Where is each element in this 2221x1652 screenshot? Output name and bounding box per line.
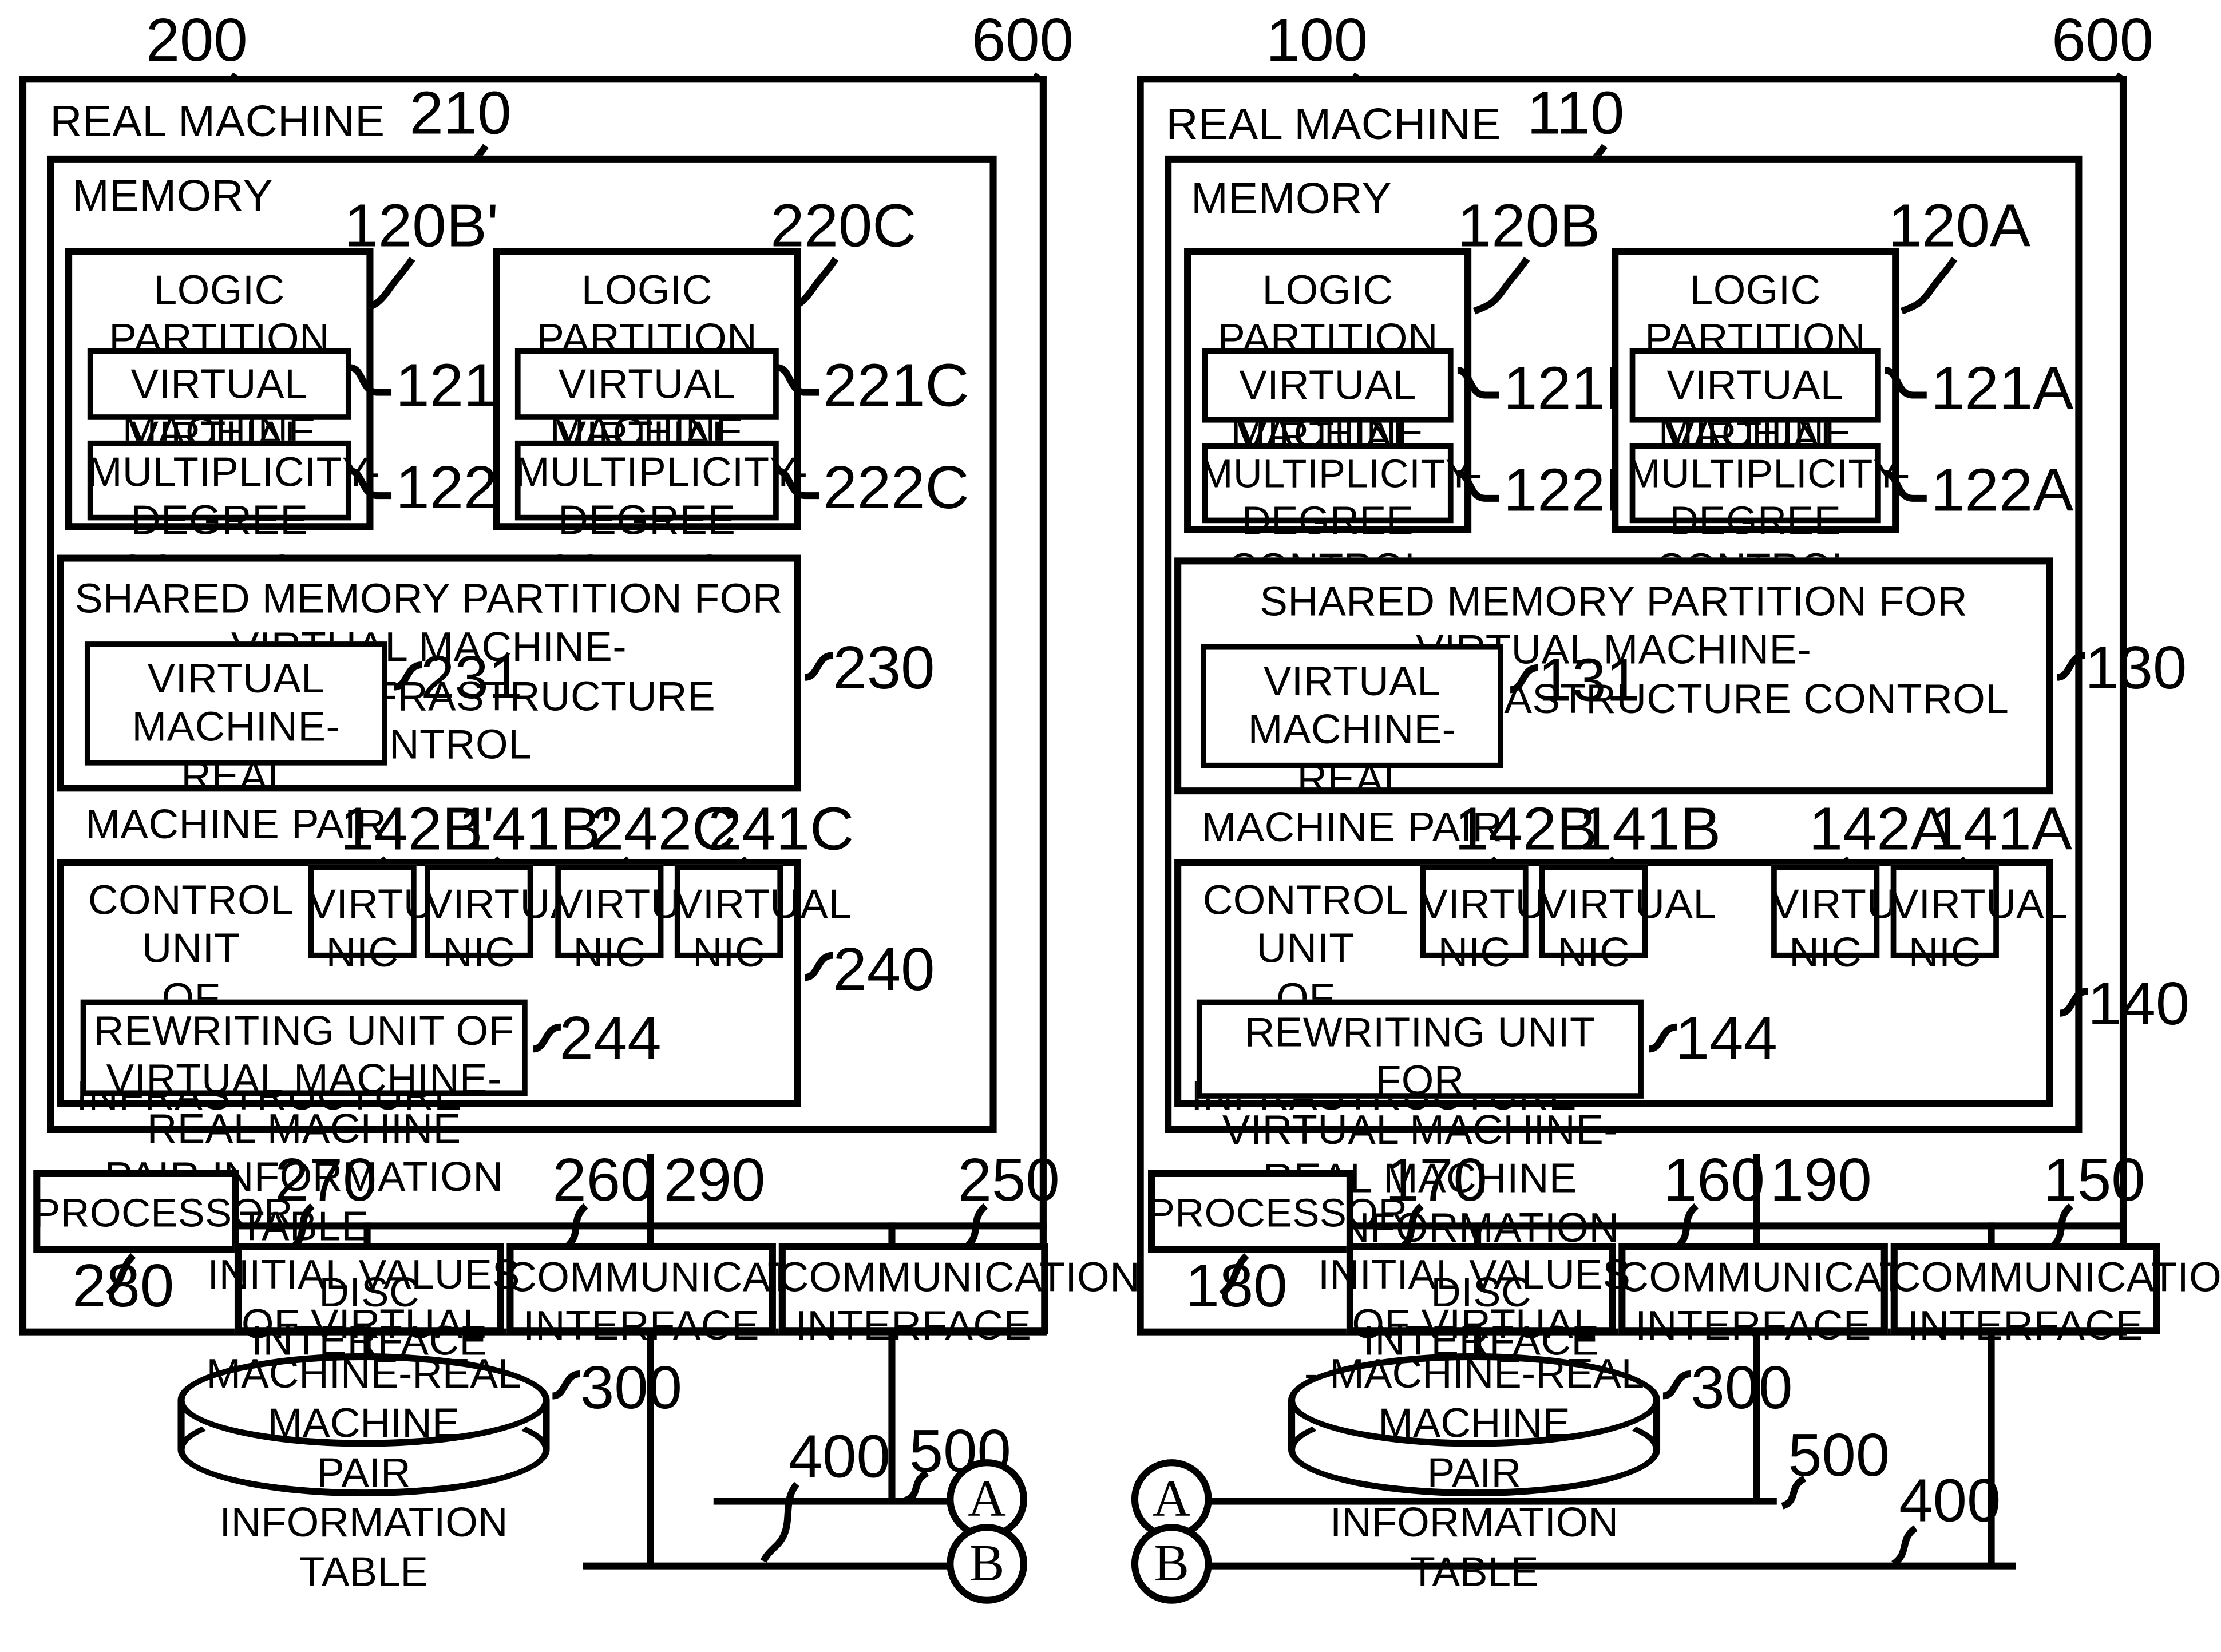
net-line-400-right — [1210, 1562, 2016, 1570]
ref-290: 290 — [663, 1147, 766, 1214]
ref-120A: 120A — [1887, 192, 2031, 260]
processor-label-left: PROCESSOR — [33, 1192, 294, 1237]
ref-230: 230 — [833, 635, 935, 702]
ref-142B: 142B — [1455, 795, 1598, 863]
net-line-400-left — [583, 1562, 947, 1570]
ref-141A: 141A — [1929, 795, 2072, 863]
ref-280: 280 — [72, 1253, 175, 1321]
net-line-500-left — [713, 1498, 947, 1505]
ref-400-left: 400 — [788, 1423, 890, 1491]
real-machine-label-left: REAL MACHINE — [50, 96, 385, 146]
ref-300-right: 300 — [1691, 1354, 1793, 1423]
net-drop-comm1-left — [647, 1334, 654, 1564]
processor-label-right: PROCESSOR — [1147, 1192, 1408, 1237]
ref-141B-prime: 141B' — [458, 795, 613, 863]
ref-150: 150 — [2043, 1147, 2145, 1214]
real-machine-label-right: REAL MACHINE — [1166, 99, 1501, 149]
bus-line-right — [1319, 1222, 2127, 1230]
virtual-nic-label-2-left: VIRTUAL NIC — [425, 882, 602, 977]
ref-180: 180 — [1185, 1253, 1288, 1321]
ref-100: 100 — [1266, 7, 1368, 74]
ref-270: 270 — [275, 1147, 377, 1214]
ref-300-left: 300 — [580, 1354, 683, 1423]
ref-244: 244 — [559, 1005, 662, 1073]
ref-160: 160 — [1662, 1147, 1765, 1214]
ref-600-right: 600 — [2052, 7, 2154, 74]
virtual-nic-label-1-left: VIRTUAL NIC — [308, 882, 485, 977]
ref-120B: 120B — [1457, 192, 1601, 260]
ref-500-right: 500 — [1788, 1422, 1890, 1490]
patent-figure: 200 600 REAL MACHINE 210 MEMORY 120B' LO… — [0, 0, 2221, 1652]
connector-b-left: B — [947, 1524, 1027, 1604]
ref-600-left: 600 — [971, 7, 1074, 74]
ref-400-right: 400 — [1899, 1467, 2001, 1535]
virtual-nic-label-3-left: VIRTUAL NIC — [555, 882, 733, 977]
ref-200: 200 — [145, 7, 248, 74]
ref-222C: 222C — [823, 454, 969, 522]
ref-241C: 241C — [708, 795, 854, 863]
ref-140: 140 — [2088, 970, 2190, 1038]
comm-interface-label-2-right: COMMUNICATION INTERFACE — [1890, 1255, 2221, 1350]
ref-121A: 121A — [1931, 355, 2074, 423]
ref-240: 240 — [833, 936, 935, 1004]
bus-line-left — [197, 1222, 1047, 1230]
connector-b-right: B — [1131, 1524, 1212, 1604]
ref-190: 190 — [1769, 1147, 1872, 1214]
ref-130: 130 — [2085, 635, 2187, 702]
virtual-nic-label-4-left: VIRTUAL NIC — [674, 882, 852, 977]
disc-store-right: INITIAL VALUES OF VIRTUAL - MACHINE-REAL… — [1288, 1253, 1661, 1595]
disc-store-label-left: INITIAL VALUES OF VIRTUAL MACHINE-REAL M… — [206, 1253, 521, 1596]
ref-122A: 122A — [1931, 457, 2074, 525]
virtual-nic-label-3-right: VIRTUAL NIC — [1771, 882, 1949, 977]
leader-400-left — [760, 1481, 816, 1567]
disc-store-left: INITIAL VALUES OF VIRTUAL MACHINE-REAL M… — [177, 1253, 550, 1595]
disc-store-label-right: INITIAL VALUES OF VIRTUAL - MACHINE-REAL… — [1304, 1253, 1645, 1596]
ref-131: 131 — [1538, 647, 1640, 715]
ref-231: 231 — [420, 644, 523, 712]
ref-144: 144 — [1675, 1005, 1777, 1073]
comm-interface-label-2-left: COMMUNICATION INTERFACE — [778, 1255, 1141, 1350]
ref-141B: 141B — [1578, 795, 1721, 863]
ref-110: 110 — [1527, 80, 1625, 148]
net-drop-comm1-right — [1753, 1334, 1760, 1498]
ref-260: 260 — [552, 1147, 655, 1214]
ref-210: 210 — [409, 80, 512, 148]
virtual-nic-label-2-right: VIRTUAL NIC — [1539, 882, 1717, 977]
ref-221C: 221C — [823, 352, 969, 420]
virtual-nic-label-1-right: VIRTUAL NIC — [1420, 882, 1597, 977]
ref-250: 250 — [957, 1147, 1060, 1214]
virtual-nic-label-4-right: VIRTUAL NIC — [1890, 882, 2068, 977]
ref-170: 170 — [1385, 1147, 1487, 1214]
net-line-500-right — [1210, 1498, 1777, 1505]
